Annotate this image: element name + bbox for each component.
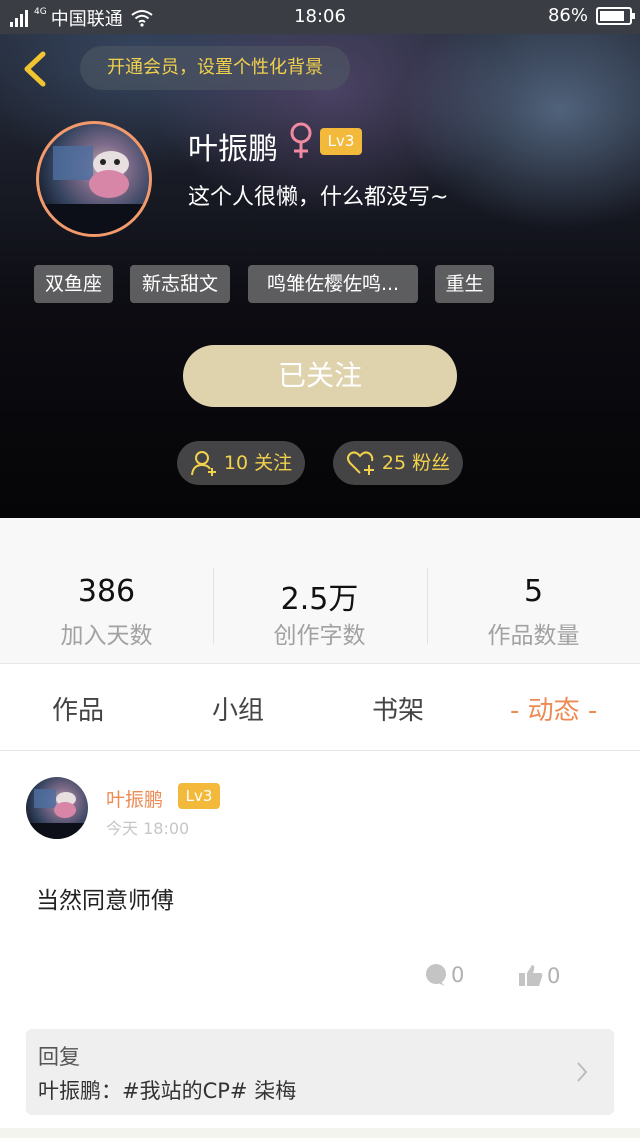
bio-text: 这个人很懒，什么都没写~ (188, 185, 449, 210)
like-button[interactable]: 0 (518, 963, 560, 989)
comment-icon (426, 964, 446, 986)
heart-plus-icon (346, 451, 374, 475)
reply-title: 回复 (38, 1045, 80, 1069)
comment-count: 0 (451, 963, 465, 987)
battery-percent: 86% (547, 5, 588, 26)
following-count: 10 关注 (223, 452, 293, 474)
tab-activity[interactable]: - 动态 - (510, 690, 597, 727)
stat-work-count: 5 作品数量 (427, 518, 640, 663)
stat-label: 加入天数 (60, 623, 153, 649)
fans-button[interactable]: 25 粉丝 (333, 441, 463, 485)
username: 叶振鹏 (188, 132, 278, 167)
activity-feed: 叶振鹏 Lv3 今天 18:00 当然同意师傅 0 0 回复 叶振鹏：#我站的C… (0, 751, 640, 1138)
thumbs-up-icon (519, 965, 543, 986)
comment-button[interactable]: 0 (424, 963, 464, 987)
post-author[interactable]: 叶振鹏 (106, 785, 163, 812)
like-count: 0 (547, 964, 561, 988)
bottom-edge (0, 1128, 640, 1138)
follow-button[interactable]: 已关注 (183, 345, 457, 407)
chevron-right-icon (577, 1062, 588, 1082)
following-button[interactable]: 10 关注 (177, 441, 305, 485)
stat-value: 386 (77, 574, 136, 609)
battery-icon (596, 6, 635, 25)
stat-label: 作品数量 (487, 623, 580, 649)
back-arrow-icon[interactable] (18, 50, 52, 88)
status-bar: 4G 中国联通 18:06 86% (0, 0, 640, 34)
avatar-image (26, 789, 88, 839)
stat-join-days: 386 加入天数 (0, 518, 213, 663)
stat-value: 2.5万 (280, 582, 359, 617)
tab-bar: 作品 小组 书架 - 动态 - (0, 664, 640, 750)
female-icon (290, 122, 312, 158)
tag-item[interactable]: 双鱼座 (34, 265, 113, 303)
stat-label: 创作字数 (273, 623, 366, 649)
avatar-image (39, 146, 149, 234)
post-avatar[interactable] (26, 777, 88, 839)
avatar[interactable] (36, 121, 152, 237)
fans-count: 25 粉丝 (381, 452, 451, 474)
tab-groups[interactable]: 小组 (212, 690, 264, 727)
stat-value: 5 (523, 574, 544, 609)
clock: 18:06 (294, 6, 346, 27)
post-timestamp: 今天 18:00 (106, 819, 190, 838)
tag-item[interactable]: 新志甜文 (130, 265, 230, 303)
vip-banner-button[interactable]: 开通会员，设置个性化背景 (80, 46, 350, 90)
reply-text: 叶振鹏：#我站的CP# 柒梅 (38, 1079, 297, 1103)
add-user-icon (190, 451, 216, 476)
tag-item[interactable]: 鸣雏佐樱佐鸣... (248, 265, 418, 303)
post-content: 当然同意师傅 (36, 888, 174, 914)
reply-preview[interactable]: 回复 叶振鹏：#我站的CP# 柒梅 (26, 1029, 614, 1115)
tag-item[interactable]: 重生 (435, 265, 494, 303)
stats-panel: 386 加入天数 2.5万 创作字数 5 作品数量 (0, 518, 640, 663)
level-badge: Lv3 (178, 783, 220, 809)
tab-bookshelf[interactable]: 书架 (372, 690, 424, 727)
level-badge: Lv3 (320, 128, 362, 155)
stat-word-count: 2.5万 创作字数 (213, 518, 426, 663)
tab-works[interactable]: 作品 (52, 690, 104, 727)
profile-header: 4G 中国联通 18:06 86% 开通会员，设置个性化背景 叶振鹏 Lv3 这… (0, 0, 640, 518)
